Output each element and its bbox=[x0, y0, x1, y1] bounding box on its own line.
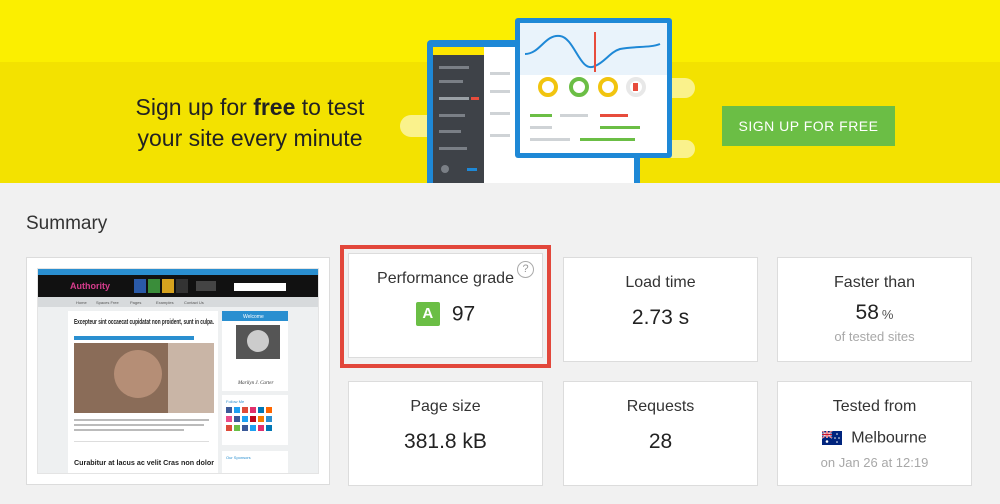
signup-banner: Sign up for free to test your site every… bbox=[0, 0, 1000, 183]
tested-from-card: Tested from Melbourne on Jan 26 at 12:19 bbox=[777, 381, 972, 486]
tested-from-location: Melbourne bbox=[778, 426, 971, 450]
load-time-card: Load time 2.73 s bbox=[563, 257, 758, 362]
requests-card: Requests 28 bbox=[563, 381, 758, 486]
faster-than-unit: % bbox=[881, 307, 894, 322]
page-size-card: Page size 381.8 kB bbox=[348, 381, 543, 486]
thumb-site-name: Authority bbox=[70, 281, 110, 291]
summary-heading: Summary bbox=[26, 213, 108, 234]
performance-grade-label: Performance grade bbox=[377, 270, 514, 287]
load-time-label: Load time bbox=[625, 274, 696, 291]
site-screenshot-image: Authority Home Spaces Free Pages Example… bbox=[38, 269, 318, 473]
faster-than-card: Faster than 58% of tested sites bbox=[777, 257, 972, 362]
tested-from-city: Melbourne bbox=[851, 429, 927, 447]
thumb-nav-item: Spaces Free bbox=[96, 300, 119, 305]
australia-flag-icon bbox=[822, 431, 843, 446]
requests-value: 28 bbox=[648, 430, 673, 453]
load-time-value: 2.73 s bbox=[631, 306, 690, 329]
thumb-nav-item: Contact Us bbox=[184, 300, 204, 305]
performance-grade-card: ? Performance grade A 97 bbox=[348, 253, 543, 358]
requests-label: Requests bbox=[626, 398, 695, 415]
faster-than-number: 58 bbox=[855, 301, 879, 324]
thumb-nav-item: Home bbox=[76, 300, 87, 305]
site-screenshot: Authority Home Spaces Free Pages Example… bbox=[37, 268, 319, 474]
performance-score: 97 bbox=[451, 302, 476, 326]
thumb-widget-title: Welcome bbox=[243, 314, 264, 320]
thumb-sponsors-title: Our Sponsors bbox=[226, 455, 251, 460]
sign-up-button[interactable]: SIGN UP FOR FREE bbox=[722, 106, 895, 146]
faster-than-sub: of tested sites bbox=[834, 329, 915, 344]
tested-from-date: on Jan 26 at 12:19 bbox=[820, 455, 929, 470]
performance-grade-value: A 97 bbox=[349, 302, 542, 327]
thumb-post2-title: Curabitur at lacus ac velit Cras non dol… bbox=[74, 460, 214, 467]
banner-headline: Sign up for free to test your site every… bbox=[135, 94, 365, 151]
tested-from-label: Tested from bbox=[832, 398, 917, 415]
faster-than-value: 58% bbox=[778, 301, 971, 325]
thumb-follow-title: Follow Me bbox=[226, 399, 245, 404]
faster-than-label: Faster than bbox=[834, 274, 915, 291]
thumb-nav-item: Pages bbox=[130, 300, 141, 305]
site-screenshot-card: Authority Home Spaces Free Pages Example… bbox=[26, 257, 330, 485]
laptop-illustration bbox=[427, 18, 672, 183]
page-size-value: 381.8 kB bbox=[404, 430, 487, 453]
thumb-signature: Marilyn J. Carter bbox=[237, 381, 273, 386]
thumb-nav-item: Examples bbox=[156, 300, 174, 305]
thumb-post-title: Excepteur sint occaecat cupidatat non pr… bbox=[74, 319, 214, 326]
grade-badge: A bbox=[415, 302, 440, 327]
page-size-label: Page size bbox=[410, 398, 481, 415]
